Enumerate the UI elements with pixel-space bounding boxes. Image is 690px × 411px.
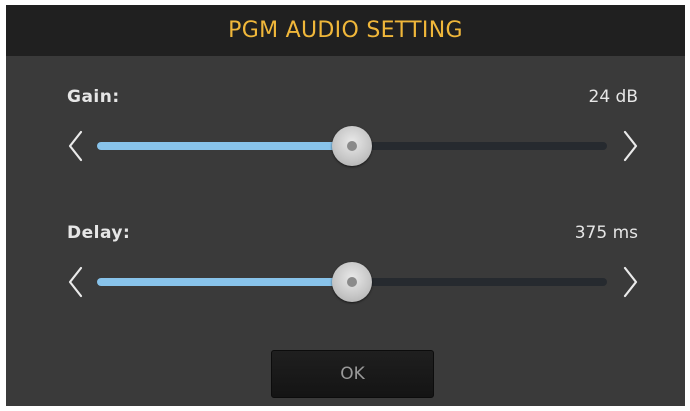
dialog-title: PGM AUDIO SETTING — [6, 5, 685, 56]
pgm-audio-setting-dialog: PGM AUDIO SETTING Gain: 24 dB Delay: 375… — [6, 5, 685, 406]
gain-decrease-button[interactable] — [66, 129, 88, 163]
delay-slider-fill — [97, 278, 352, 286]
chevron-left-icon — [68, 266, 83, 298]
delay-value: 375 ms — [574, 223, 638, 243]
gain-increase-button[interactable] — [619, 129, 641, 163]
chevron-left-icon — [68, 130, 83, 162]
gain-slider[interactable] — [97, 126, 607, 166]
delay-slider-thumb[interactable] — [332, 262, 372, 302]
chevron-right-icon — [623, 130, 638, 162]
gain-value: 24 dB — [588, 87, 639, 107]
gain-slider-fill — [97, 142, 352, 150]
delay-increase-button[interactable] — [619, 265, 641, 299]
gain-slider-thumb[interactable] — [332, 126, 372, 166]
gain-label: Gain: — [67, 87, 120, 107]
delay-decrease-button[interactable] — [66, 265, 88, 299]
chevron-right-icon — [623, 266, 638, 298]
delay-slider[interactable] — [97, 262, 607, 302]
ok-button[interactable]: OK — [271, 350, 434, 398]
delay-label: Delay: — [67, 223, 131, 243]
